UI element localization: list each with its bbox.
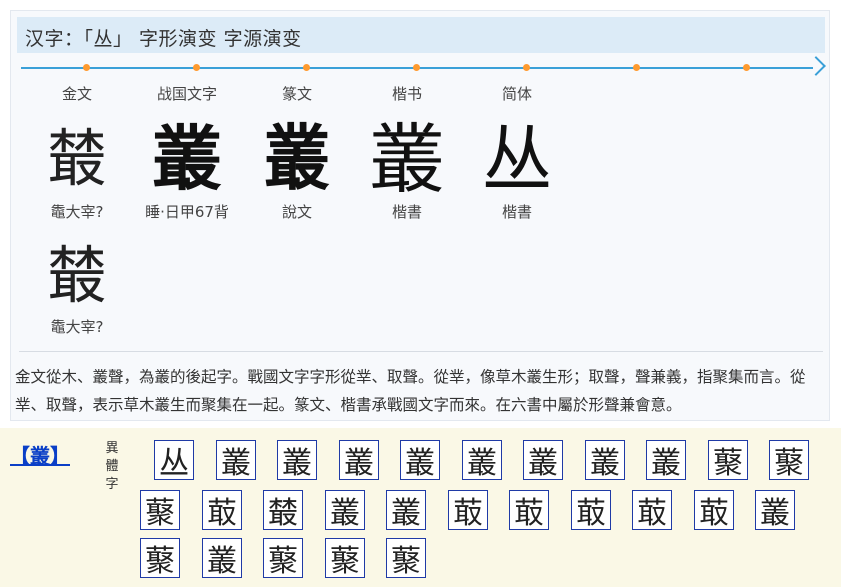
glyph-warring-states: 叢 (152, 116, 222, 200)
variant-char-box[interactable]: 藂 (769, 440, 809, 481)
evolution-card: 汉字：「丛」 字形演变 字源演变 金文 樷 鼄大宰? 战国文字 叢 睡·日甲67… (10, 10, 830, 421)
source-label: 睡·日甲67背 (145, 203, 229, 221)
variant-char-box[interactable]: 叢 (646, 440, 686, 481)
variant-char-box[interactable]: 叢 (216, 440, 256, 481)
timeline (21, 56, 826, 78)
variant-char-box[interactable]: 叢 (202, 538, 242, 579)
variant-char-box[interactable]: 菆 (694, 490, 734, 531)
timeline-dot (523, 64, 530, 71)
source-label: 鼄大宰? (50, 203, 104, 221)
timeline-dot (83, 64, 90, 71)
source-label: 楷書 (501, 203, 532, 221)
timeline-dot (633, 64, 640, 71)
variant-char-box[interactable]: 叢 (325, 490, 365, 531)
variant-char-box[interactable]: 菆 (509, 490, 549, 531)
variant-char-box[interactable]: 藂 (325, 538, 365, 579)
timeline-dot (303, 64, 310, 71)
glyph-regular: 叢 (369, 115, 445, 204)
variant-char-box[interactable]: 叢 (339, 440, 379, 481)
divider (19, 351, 823, 352)
variant-char-box[interactable]: 叢 (462, 440, 502, 481)
timeline-dot (743, 64, 750, 71)
timeline-dot (193, 64, 200, 71)
variant-panel: 【叢】 異體字 丛叢叢叢叢叢叢叢叢藂藂藂菆樷叢叢菆菆菆菆菆叢藂叢藂藂藂 (0, 428, 841, 587)
etymology-description: 金文從木、叢聲，為叢的後起字。戰國文字字形從丵、取聲。從丵，像草木叢生形；取聲，… (15, 368, 806, 414)
variants-label: 異體字 (105, 441, 119, 492)
era-label: 简体 (501, 85, 532, 103)
variant-char-box[interactable]: 叢 (277, 440, 317, 481)
variant-char-box[interactable]: 藂 (386, 538, 426, 579)
variant-char-box[interactable]: 藂 (140, 538, 180, 579)
variant-char-box[interactable]: 菆 (202, 490, 242, 531)
timeline-dot (413, 64, 420, 71)
glyph-seal: 叢 (264, 117, 330, 201)
source-label: 鼄大宰? (50, 318, 104, 336)
variant-char-box[interactable]: 丛 (154, 440, 194, 481)
variant-char-box[interactable]: 叢 (386, 490, 426, 531)
variant-char-box[interactable]: 叢 (755, 490, 795, 531)
variant-char-box[interactable]: 菆 (632, 490, 672, 531)
variant-char-box[interactable]: 藂 (140, 490, 180, 531)
variant-char-box[interactable]: 叢 (523, 440, 563, 481)
card-header: 汉字：「丛」 字形演变 字源演变 (17, 17, 825, 53)
source-label: 說文 (281, 203, 312, 221)
glyph-bronze-alt: 樷 (47, 239, 107, 312)
era-label: 战国文字 (156, 85, 217, 103)
variant-char-box[interactable]: 藂 (263, 538, 303, 579)
era-label: 金文 (61, 85, 92, 103)
variant-char-box[interactable]: 樷 (263, 490, 303, 531)
timeline-arrow-icon (806, 56, 826, 76)
page-title: 汉字：「丛」 字形演变 字源演变 (25, 28, 302, 50)
variant-char-box[interactable]: 菆 (448, 490, 488, 531)
variant-char-box[interactable]: 菆 (571, 490, 611, 531)
glyph-simplified: 丛 (482, 117, 552, 200)
variant-char-box[interactable]: 叢 (585, 440, 625, 481)
variant-char-box[interactable]: 藂 (708, 440, 748, 481)
glyph-bronze: 樷 (47, 122, 107, 195)
source-label: 楷書 (391, 203, 422, 221)
variant-char-box[interactable]: 叢 (400, 440, 440, 481)
head-character-link[interactable]: 【叢】 (10, 440, 70, 469)
